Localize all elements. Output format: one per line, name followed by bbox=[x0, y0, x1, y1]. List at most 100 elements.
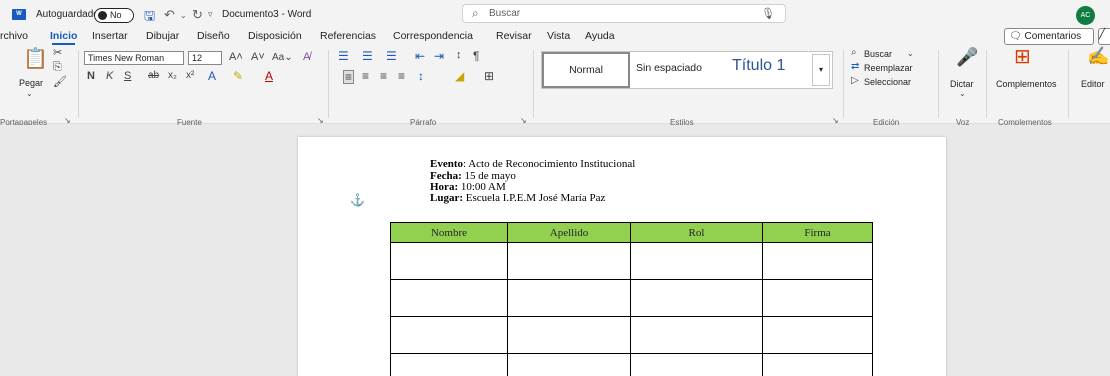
bullets-icon[interactable]: ☰ bbox=[338, 50, 349, 62]
undo-icon[interactable]: ↶ bbox=[164, 7, 175, 23]
clear-format-icon[interactable]: A̸ bbox=[303, 52, 310, 63]
microphone-icon[interactable]: 🎙 bbox=[761, 7, 775, 20]
multilevel-list-icon[interactable]: ☰ bbox=[386, 50, 397, 62]
line-spacing-icon[interactable]: ↕ bbox=[418, 70, 424, 82]
table-cell[interactable] bbox=[762, 353, 873, 376]
undo-dropdown-icon[interactable]: ⌄ bbox=[180, 11, 187, 20]
event-line[interactable]: Evento: Acto de Reconocimiento Instituci… bbox=[430, 158, 635, 170]
align-center-icon[interactable]: ≡ bbox=[362, 70, 369, 82]
text-effects-icon[interactable]: A bbox=[208, 70, 216, 82]
dictate-dropdown-icon[interactable]: ⌄ bbox=[959, 90, 966, 98]
find-label[interactable]: Buscar bbox=[864, 49, 892, 59]
font-launcher-icon[interactable]: ↘ bbox=[317, 116, 324, 125]
table-cell[interactable] bbox=[507, 279, 631, 317]
bold-icon[interactable]: N bbox=[87, 71, 95, 82]
tab-vista[interactable]: Vista bbox=[547, 30, 570, 42]
autosave-toggle[interactable]: No bbox=[94, 8, 134, 23]
header-rol[interactable]: Rol bbox=[630, 222, 763, 243]
tab-dibujar[interactable]: Dibujar bbox=[146, 30, 179, 42]
table-cell[interactable] bbox=[630, 279, 763, 317]
select-label[interactable]: Seleccionar bbox=[864, 77, 911, 87]
microphone-icon[interactable]: 🎤 bbox=[956, 48, 978, 66]
styles-launcher-icon[interactable]: ↘ bbox=[832, 116, 839, 125]
search-box[interactable]: ⌕ Buscar 🎙 bbox=[462, 4, 786, 23]
tab-disposicion[interactable]: Disposición bbox=[248, 30, 302, 42]
style-normal[interactable]: Normal bbox=[542, 52, 630, 88]
object-anchor-icon[interactable]: ⚓ bbox=[350, 193, 365, 207]
redo-icon[interactable]: ↻ bbox=[192, 7, 203, 23]
borders-icon[interactable]: ⊞ bbox=[484, 70, 494, 82]
find-dropdown-icon[interactable]: ⌄ bbox=[907, 50, 914, 58]
tab-diseno[interactable]: Diseño bbox=[197, 30, 230, 42]
editor-icon[interactable]: ✍ bbox=[1087, 47, 1109, 65]
tab-ayuda[interactable]: Ayuda bbox=[585, 30, 615, 42]
change-case-icon[interactable]: Aa⌄ bbox=[272, 53, 293, 63]
table-cell[interactable] bbox=[507, 316, 631, 354]
tab-correspondencia[interactable]: Correspondencia bbox=[393, 30, 473, 42]
header-firma[interactable]: Firma bbox=[762, 222, 873, 243]
align-right-icon[interactable]: ≡ bbox=[380, 70, 387, 82]
cut-icon[interactable]: ✂ bbox=[53, 48, 62, 59]
font-size-select[interactable]: 12 bbox=[188, 51, 222, 65]
tab-inicio[interactable]: Inicio bbox=[50, 30, 77, 45]
table-cell[interactable] bbox=[762, 279, 873, 317]
table-cell[interactable] bbox=[630, 242, 763, 280]
table-cell[interactable] bbox=[630, 353, 763, 376]
tab-referencias[interactable]: Referencias bbox=[320, 30, 376, 42]
comments-button[interactable]: 🗨 Comentarios bbox=[1004, 28, 1094, 45]
header-nombre[interactable]: Nombre bbox=[390, 222, 508, 243]
grow-font-icon[interactable]: A˄ bbox=[229, 52, 243, 63]
underline-icon[interactable]: S bbox=[124, 71, 131, 82]
paragraph-launcher-icon[interactable]: ↘ bbox=[520, 116, 527, 125]
editor-label[interactable]: Editor bbox=[1081, 79, 1105, 89]
shrink-font-icon[interactable]: A˅ bbox=[251, 52, 265, 63]
addins-icon[interactable]: ⊞ bbox=[1014, 47, 1031, 67]
tab-insertar[interactable]: Insertar bbox=[92, 30, 128, 42]
align-left-icon[interactable]: ≡ bbox=[343, 70, 355, 84]
attendance-table[interactable]: Nombre Apellido Rol Firma bbox=[390, 222, 873, 376]
customize-toolbar-icon[interactable]: ▿ bbox=[208, 9, 213, 20]
table-cell[interactable] bbox=[507, 242, 631, 280]
find-icon[interactable]: ⌕ bbox=[851, 48, 857, 58]
justify-icon[interactable]: ≡ bbox=[398, 70, 405, 82]
paste-dropdown-icon[interactable]: ⌄ bbox=[26, 90, 33, 98]
superscript-icon[interactable]: x² bbox=[186, 71, 194, 81]
replace-icon[interactable]: ⇄ bbox=[851, 62, 859, 72]
sort-icon[interactable]: ↕ bbox=[456, 50, 462, 61]
paste-icon[interactable]: 📋 bbox=[23, 49, 48, 69]
copy-icon[interactable]: ⎘ bbox=[53, 62, 62, 73]
addins-label[interactable]: Complementos bbox=[996, 79, 1057, 89]
shading-icon[interactable]: ◢ bbox=[455, 70, 464, 82]
strikethrough-icon[interactable]: ab bbox=[148, 71, 159, 81]
increase-indent-icon[interactable]: ⇥ bbox=[434, 50, 444, 62]
style-no-spacing[interactable]: Sin espaciado bbox=[636, 62, 702, 74]
tab-revisar[interactable]: Revisar bbox=[496, 30, 532, 42]
table-cell[interactable] bbox=[390, 316, 508, 354]
font-color-icon[interactable]: A bbox=[265, 70, 273, 82]
table-cell[interactable] bbox=[390, 242, 508, 280]
subscript-icon[interactable]: x₂ bbox=[168, 71, 177, 81]
table-cell[interactable] bbox=[507, 353, 631, 376]
select-icon[interactable]: ▷ bbox=[851, 76, 859, 86]
replace-label[interactable]: Reemplazar bbox=[864, 63, 913, 73]
clipboard-launcher-icon[interactable]: ↘ bbox=[64, 116, 71, 125]
table-cell[interactable] bbox=[762, 242, 873, 280]
decrease-indent-icon[interactable]: ⇤ bbox=[415, 50, 425, 62]
styles-more-icon[interactable]: ▾ bbox=[812, 54, 830, 86]
format-painter-icon[interactable]: 🖌 bbox=[53, 77, 67, 88]
table-cell[interactable] bbox=[762, 316, 873, 354]
table-cell[interactable] bbox=[390, 353, 508, 376]
numbering-icon[interactable]: ☰ bbox=[362, 50, 373, 62]
share-button[interactable]: ╱ bbox=[1098, 28, 1110, 45]
tab-archivo[interactable]: rchivo bbox=[0, 30, 28, 42]
style-title-1[interactable]: Título 1 bbox=[732, 57, 785, 75]
place-line[interactable]: Lugar: Escuela I.P.E.M José María Paz bbox=[430, 192, 605, 204]
table-cell[interactable] bbox=[390, 279, 508, 317]
avatar[interactable]: AC bbox=[1076, 6, 1095, 25]
save-icon[interactable]: 🖫 bbox=[144, 7, 155, 29]
font-name-select[interactable]: Times New Roman bbox=[84, 51, 184, 65]
paste-label[interactable]: Pegar bbox=[19, 78, 43, 88]
show-marks-icon[interactable]: ¶ bbox=[473, 50, 479, 62]
highlight-icon[interactable]: ✎ bbox=[233, 70, 243, 82]
dictate-label[interactable]: Dictar bbox=[950, 79, 974, 89]
